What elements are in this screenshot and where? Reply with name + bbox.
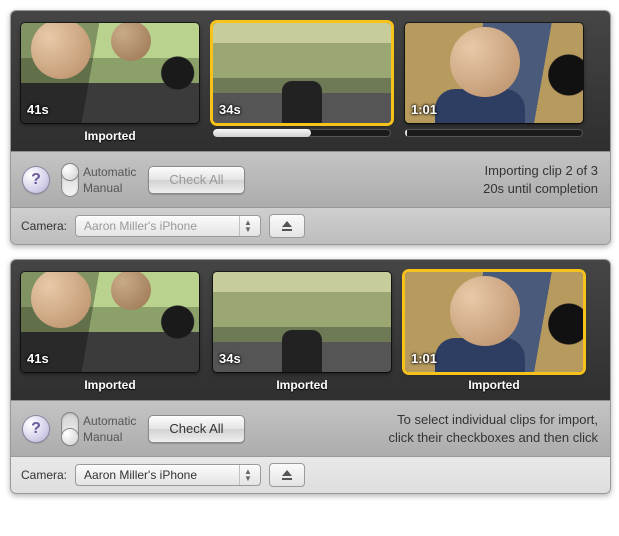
camera-popup[interactable]: Aaron Miller's iPhone ▲▼ (75, 464, 261, 486)
clip-thumbnail[interactable]: 1:01 (405, 272, 583, 372)
clip-duration: 34s (219, 351, 241, 366)
camera-popup-value: Aaron Miller's iPhone (84, 219, 197, 233)
camera-popup[interactable]: Aaron Miller's iPhone ▲▼ (75, 215, 261, 237)
import-status-text: Importing clip 2 of 3 20s until completi… (483, 162, 598, 197)
control-row: ? Automatic Manual Check All Importing c… (11, 151, 610, 207)
eject-icon (281, 469, 293, 481)
toggle-manual-label: Manual (83, 181, 136, 195)
popup-arrows-icon: ▲▼ (239, 216, 256, 236)
toggle-labels: Automatic Manual (83, 165, 136, 195)
camera-label: Camera: (21, 219, 67, 233)
popup-arrows-icon: ▲▼ (239, 465, 256, 485)
import-panel-after: 41s Imported 34s Imported 1:01 Imported … (10, 259, 611, 494)
clip-item[interactable]: 41s Imported (21, 272, 199, 392)
toggle-automatic-label: Automatic (83, 414, 136, 428)
clip-item[interactable]: 1:01 Imported (405, 272, 583, 392)
clip-thumbnail-strip: 41s Imported 34s 1:01 (11, 11, 610, 151)
toggle-switch[interactable] (61, 412, 79, 446)
import-progress-bar (213, 129, 391, 137)
help-icon: ? (31, 171, 41, 189)
eject-icon (281, 220, 293, 232)
camera-popup-value: Aaron Miller's iPhone (84, 468, 197, 482)
import-panel-during: 41s Imported 34s 1:01 ? (10, 10, 611, 245)
clip-duration: 41s (27, 351, 49, 366)
toggle-manual-label: Manual (83, 430, 136, 444)
clip-status-label: Imported (468, 378, 519, 392)
help-button[interactable]: ? (23, 416, 49, 442)
toggle-automatic-label: Automatic (83, 165, 136, 179)
help-icon: ? (31, 420, 41, 438)
control-row: ? Automatic Manual Check All To select i… (11, 400, 610, 456)
camera-row: Camera: Aaron Miller's iPhone ▲▼ (11, 456, 610, 493)
clip-item[interactable]: 41s Imported (21, 23, 199, 143)
eject-button[interactable] (269, 214, 305, 238)
import-hint-text: To select individual clips for import, c… (388, 411, 598, 446)
clip-item[interactable]: 1:01 (405, 23, 583, 143)
clip-thumbnail[interactable]: 41s (21, 23, 199, 123)
clip-item[interactable]: 34s (213, 23, 391, 143)
clip-duration: 41s (27, 102, 49, 117)
clip-thumbnail[interactable]: 41s (21, 272, 199, 372)
eject-button[interactable] (269, 463, 305, 487)
import-mode-toggle[interactable]: Automatic Manual (61, 412, 136, 446)
clip-duration: 34s (219, 102, 241, 117)
camera-row: Camera: Aaron Miller's iPhone ▲▼ (11, 207, 610, 244)
clip-status-label: Imported (276, 378, 327, 392)
clip-status-label: Imported (84, 129, 135, 143)
camera-label: Camera: (21, 468, 67, 482)
clip-duration: 1:01 (411, 351, 437, 366)
clip-thumbnail[interactable]: 34s (213, 272, 391, 372)
clip-thumbnail[interactable]: 34s (213, 23, 391, 123)
check-all-button[interactable]: Check All (148, 166, 244, 194)
toggle-switch[interactable] (61, 163, 79, 197)
import-progress-bar (405, 129, 583, 137)
clip-status-label: Imported (84, 378, 135, 392)
toggle-labels: Automatic Manual (83, 414, 136, 444)
import-mode-toggle[interactable]: Automatic Manual (61, 163, 136, 197)
clip-thumbnail-strip: 41s Imported 34s Imported 1:01 Imported (11, 260, 610, 400)
clip-duration: 1:01 (411, 102, 437, 117)
help-button[interactable]: ? (23, 167, 49, 193)
check-all-button[interactable]: Check All (148, 415, 244, 443)
clip-thumbnail[interactable]: 1:01 (405, 23, 583, 123)
clip-item[interactable]: 34s Imported (213, 272, 391, 392)
